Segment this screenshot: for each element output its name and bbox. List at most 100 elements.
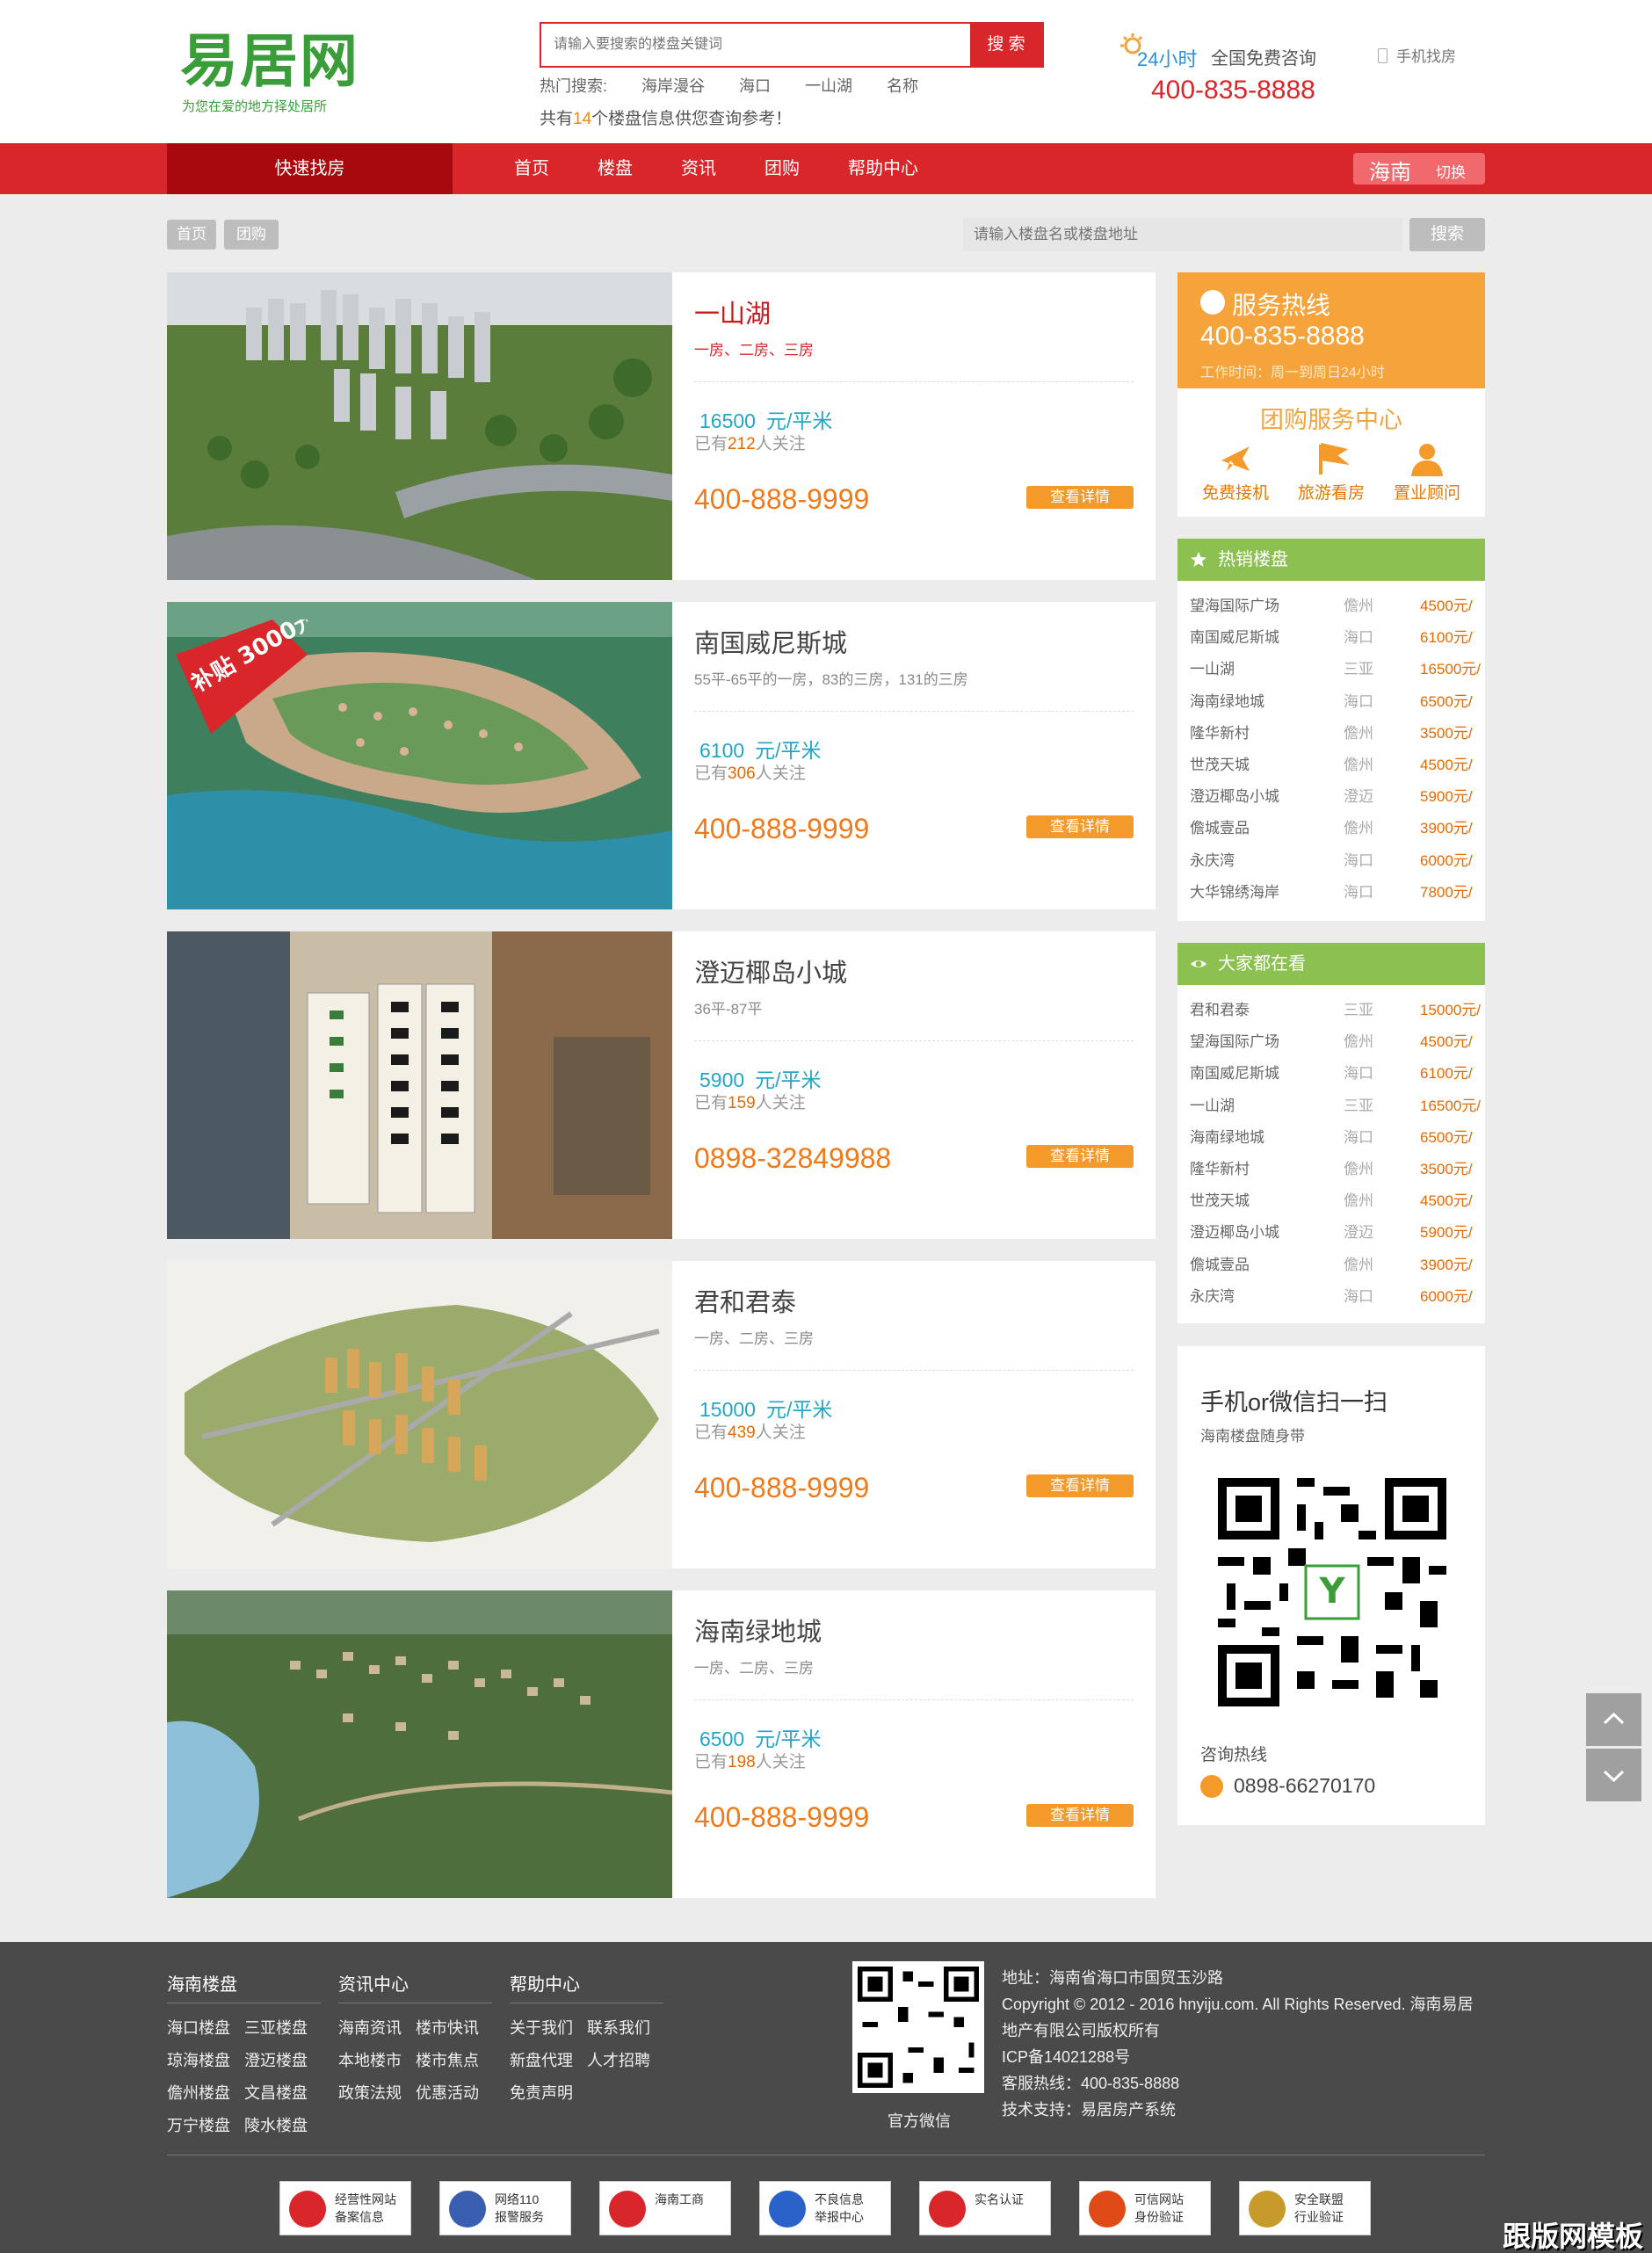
view-details-button[interactable]: 查看详情 (1026, 486, 1134, 509)
popular-listing-row[interactable]: 海南绿地城 海口 6500元/ (1190, 1125, 1480, 1156)
tour-viewing-item[interactable]: 旅游看房 (1287, 441, 1375, 503)
listing-image[interactable] (167, 1590, 672, 1898)
nav-group-buy[interactable]: 团购 (764, 143, 800, 194)
hot-listing-row[interactable]: 澄迈椰岛小城 澄迈 5900元/ (1190, 784, 1480, 815)
search-button[interactable]: 搜 索 (970, 24, 1042, 66)
footer-link[interactable]: 联系我们 (587, 2016, 650, 2039)
footer-link[interactable]: 万宁楼盘 (167, 2113, 230, 2136)
footer-link[interactable]: 陵水楼盘 (244, 2113, 308, 2136)
scroll-up-button[interactable] (1586, 1693, 1641, 1746)
nav-news[interactable]: 资讯 (681, 143, 716, 194)
footer-link[interactable]: 儋州楼盘 (167, 2081, 230, 2104)
listing-title[interactable]: 一山湖 (694, 293, 771, 330)
footer-link[interactable]: 琼海楼盘 (167, 2048, 230, 2071)
certification-badge[interactable]: 网络110 报警服务 (439, 2181, 571, 2235)
listing-title[interactable]: 澄迈椰岛小城 (694, 953, 847, 989)
nav-listings[interactable]: 楼盘 (598, 143, 633, 194)
hot-listing-row[interactable]: 世茂天城 儋州 4500元/ (1190, 752, 1480, 784)
listing-title[interactable]: 海南绿地城 (694, 1612, 822, 1648)
view-details-button[interactable]: 查看详情 (1026, 815, 1134, 838)
footer-link[interactable]: 三亚楼盘 (244, 2016, 308, 2039)
listing-image[interactable] (167, 272, 672, 580)
hot-listing-row[interactable]: 大华锦绣海岸 海口 7800元/ (1190, 880, 1480, 911)
hot-listing-row[interactable]: 隆华新村 儋州 3500元/ (1190, 721, 1480, 752)
property-advisor-item[interactable]: 置业顾问 (1383, 441, 1471, 503)
breadcrumb-group-buy[interactable]: 团购 (224, 220, 279, 250)
city-switcher[interactable]: 海南 切换 (1353, 153, 1485, 185)
listing-price: 6100元/ (1420, 1065, 1473, 1083)
popular-listing-row[interactable]: 君和君泰 三亚 15000元/ (1190, 997, 1481, 1029)
nav-help[interactable]: 帮助中心 (848, 143, 918, 194)
listing-search-input[interactable] (963, 218, 1402, 251)
certification-badge[interactable]: 实名认证 (919, 2181, 1051, 2235)
hot-listing-row[interactable]: 望海国际广场 儋州 4500元/ (1190, 593, 1480, 625)
popular-listing-row[interactable]: 隆华新村 儋州 3500元/ (1190, 1156, 1480, 1188)
footer-link[interactable]: 政策法规 (338, 2081, 402, 2104)
listing-image[interactable] (167, 1261, 672, 1568)
listing-search-button[interactable]: 搜索 (1409, 218, 1485, 251)
search-input[interactable] (541, 24, 972, 66)
footer-link[interactable]: 文昌楼盘 (244, 2081, 308, 2104)
footer-link[interactable]: 海南资讯 (338, 2016, 402, 2039)
certification-badge[interactable]: 不良信息 举报中心 (759, 2181, 891, 2235)
hot-search-link[interactable]: 一山湖 (805, 77, 852, 95)
hot-search-link[interactable]: 名称 (887, 77, 918, 95)
listing-image[interactable] (167, 931, 672, 1239)
popular-listing-row[interactable]: 永庆湾 海口 6000元/ (1190, 1284, 1480, 1315)
footer-link[interactable]: 优惠活动 (416, 2081, 479, 2104)
certification-badge[interactable]: 可信网站 身份验证 (1079, 2181, 1211, 2235)
footer-link[interactable]: 海口楼盘 (167, 2016, 230, 2039)
breadcrumb-home[interactable]: 首页 (167, 220, 216, 250)
footer-link[interactable]: 楼市焦点 (416, 2048, 479, 2071)
view-details-button[interactable]: 查看详情 (1026, 1474, 1134, 1497)
divider (694, 1040, 1134, 1041)
footer-copyright: Copyright © 2012 - 2016 hnyiju.com. All … (1002, 1996, 1474, 2039)
listing-follow-count: 已有306人关注 (694, 760, 806, 784)
listing-title[interactable]: 南国威尼斯城 (694, 623, 847, 660)
popular-listing-row[interactable]: 望海国际广场 儋州 4500元/ (1190, 1029, 1480, 1061)
quick-find-button[interactable]: 快速找房 (167, 143, 453, 194)
phone-icon (1200, 290, 1225, 315)
footer-link[interactable]: 楼市快讯 (416, 2016, 479, 2039)
mobile-search-link[interactable]: 手机找房 (1378, 44, 1456, 66)
certification-badge[interactable]: 安全联盟 行业验证 (1239, 2181, 1371, 2235)
footer-col-help: 帮助中心 关于我们 联系我们 新盘代理 人才招聘 免责声明 (510, 1970, 663, 2102)
free-pickup-item[interactable]: 免费接机 (1192, 441, 1279, 503)
footer-link[interactable]: 澄迈楼盘 (244, 2048, 308, 2071)
popular-listing-row[interactable]: 南国威尼斯城 海口 6100元/ (1190, 1061, 1480, 1092)
hot-listing-row[interactable]: 永庆湾 海口 6000元/ (1190, 848, 1480, 880)
listing-title[interactable]: 君和君泰 (694, 1282, 796, 1319)
follow-number: 159 (728, 1094, 756, 1112)
footer-link[interactable]: 本地楼市 (338, 2048, 402, 2071)
star-icon (1191, 552, 1206, 567)
popular-listing-row[interactable]: 澄迈椰岛小城 澄迈 5900元/ (1190, 1220, 1480, 1251)
view-details-button[interactable]: 查看详情 (1026, 1145, 1134, 1168)
hot-listing-row[interactable]: 南国威尼斯城 海口 6100元/ (1190, 625, 1480, 656)
listing-image[interactable]: 补贴 3000元 (167, 602, 672, 909)
certification-badge[interactable]: 经营性网站 备案信息 (279, 2181, 411, 2235)
hot-listings-list: 望海国际广场 儋州 4500元/南国威尼斯城 海口 6100元/一山湖 三亚 16500元/… (1177, 581, 1485, 921)
view-details-button[interactable]: 查看详情 (1026, 1804, 1134, 1827)
listing-region: 澄迈 (1344, 788, 1373, 806)
footer-link[interactable]: 关于我们 (510, 2016, 573, 2039)
footer-link[interactable]: 免责声明 (510, 2081, 573, 2104)
site-logo[interactable]: 易居网 为您在爱的地方择处居所 (180, 26, 435, 114)
airplane-icon (1221, 446, 1250, 471)
hot-listing-row[interactable]: 海南绿地城 海口 6500元/ (1190, 689, 1480, 721)
hot-search-link[interactable]: 海岸漫谷 (641, 77, 705, 95)
divider (694, 381, 1134, 382)
popular-listing-row[interactable]: 儋城壹品 儋州 3900元/ (1190, 1252, 1480, 1284)
site-footer: 海南楼盘 海口楼盘 三亚楼盘 琼海楼盘 澄迈楼盘 儋州楼盘 文昌楼盘 万宁楼盘 … (0, 1942, 1652, 2253)
hot-listing-row[interactable]: 儋城壹品 儋州 3900元/ (1190, 815, 1480, 847)
nav-home[interactable]: 首页 (514, 143, 549, 194)
scroll-down-button[interactable] (1586, 1749, 1641, 1801)
hot-listing-row[interactable]: 一山湖 三亚 16500元/ (1190, 656, 1481, 688)
city-name: 海南 (1369, 161, 1411, 185)
hot-search-link[interactable]: 海口 (739, 77, 771, 95)
certification-badge[interactable]: 海南工商 (599, 2181, 731, 2235)
footer-link[interactable]: 人才招聘 (587, 2048, 650, 2071)
footer-link[interactable]: 新盘代理 (510, 2048, 573, 2071)
popular-listing-row[interactable]: 世茂天城 儋州 4500元/ (1190, 1188, 1480, 1220)
popular-listing-row[interactable]: 一山湖 三亚 16500元/ (1190, 1093, 1481, 1125)
hot-listings-header: 热销楼盘 (1177, 539, 1485, 581)
